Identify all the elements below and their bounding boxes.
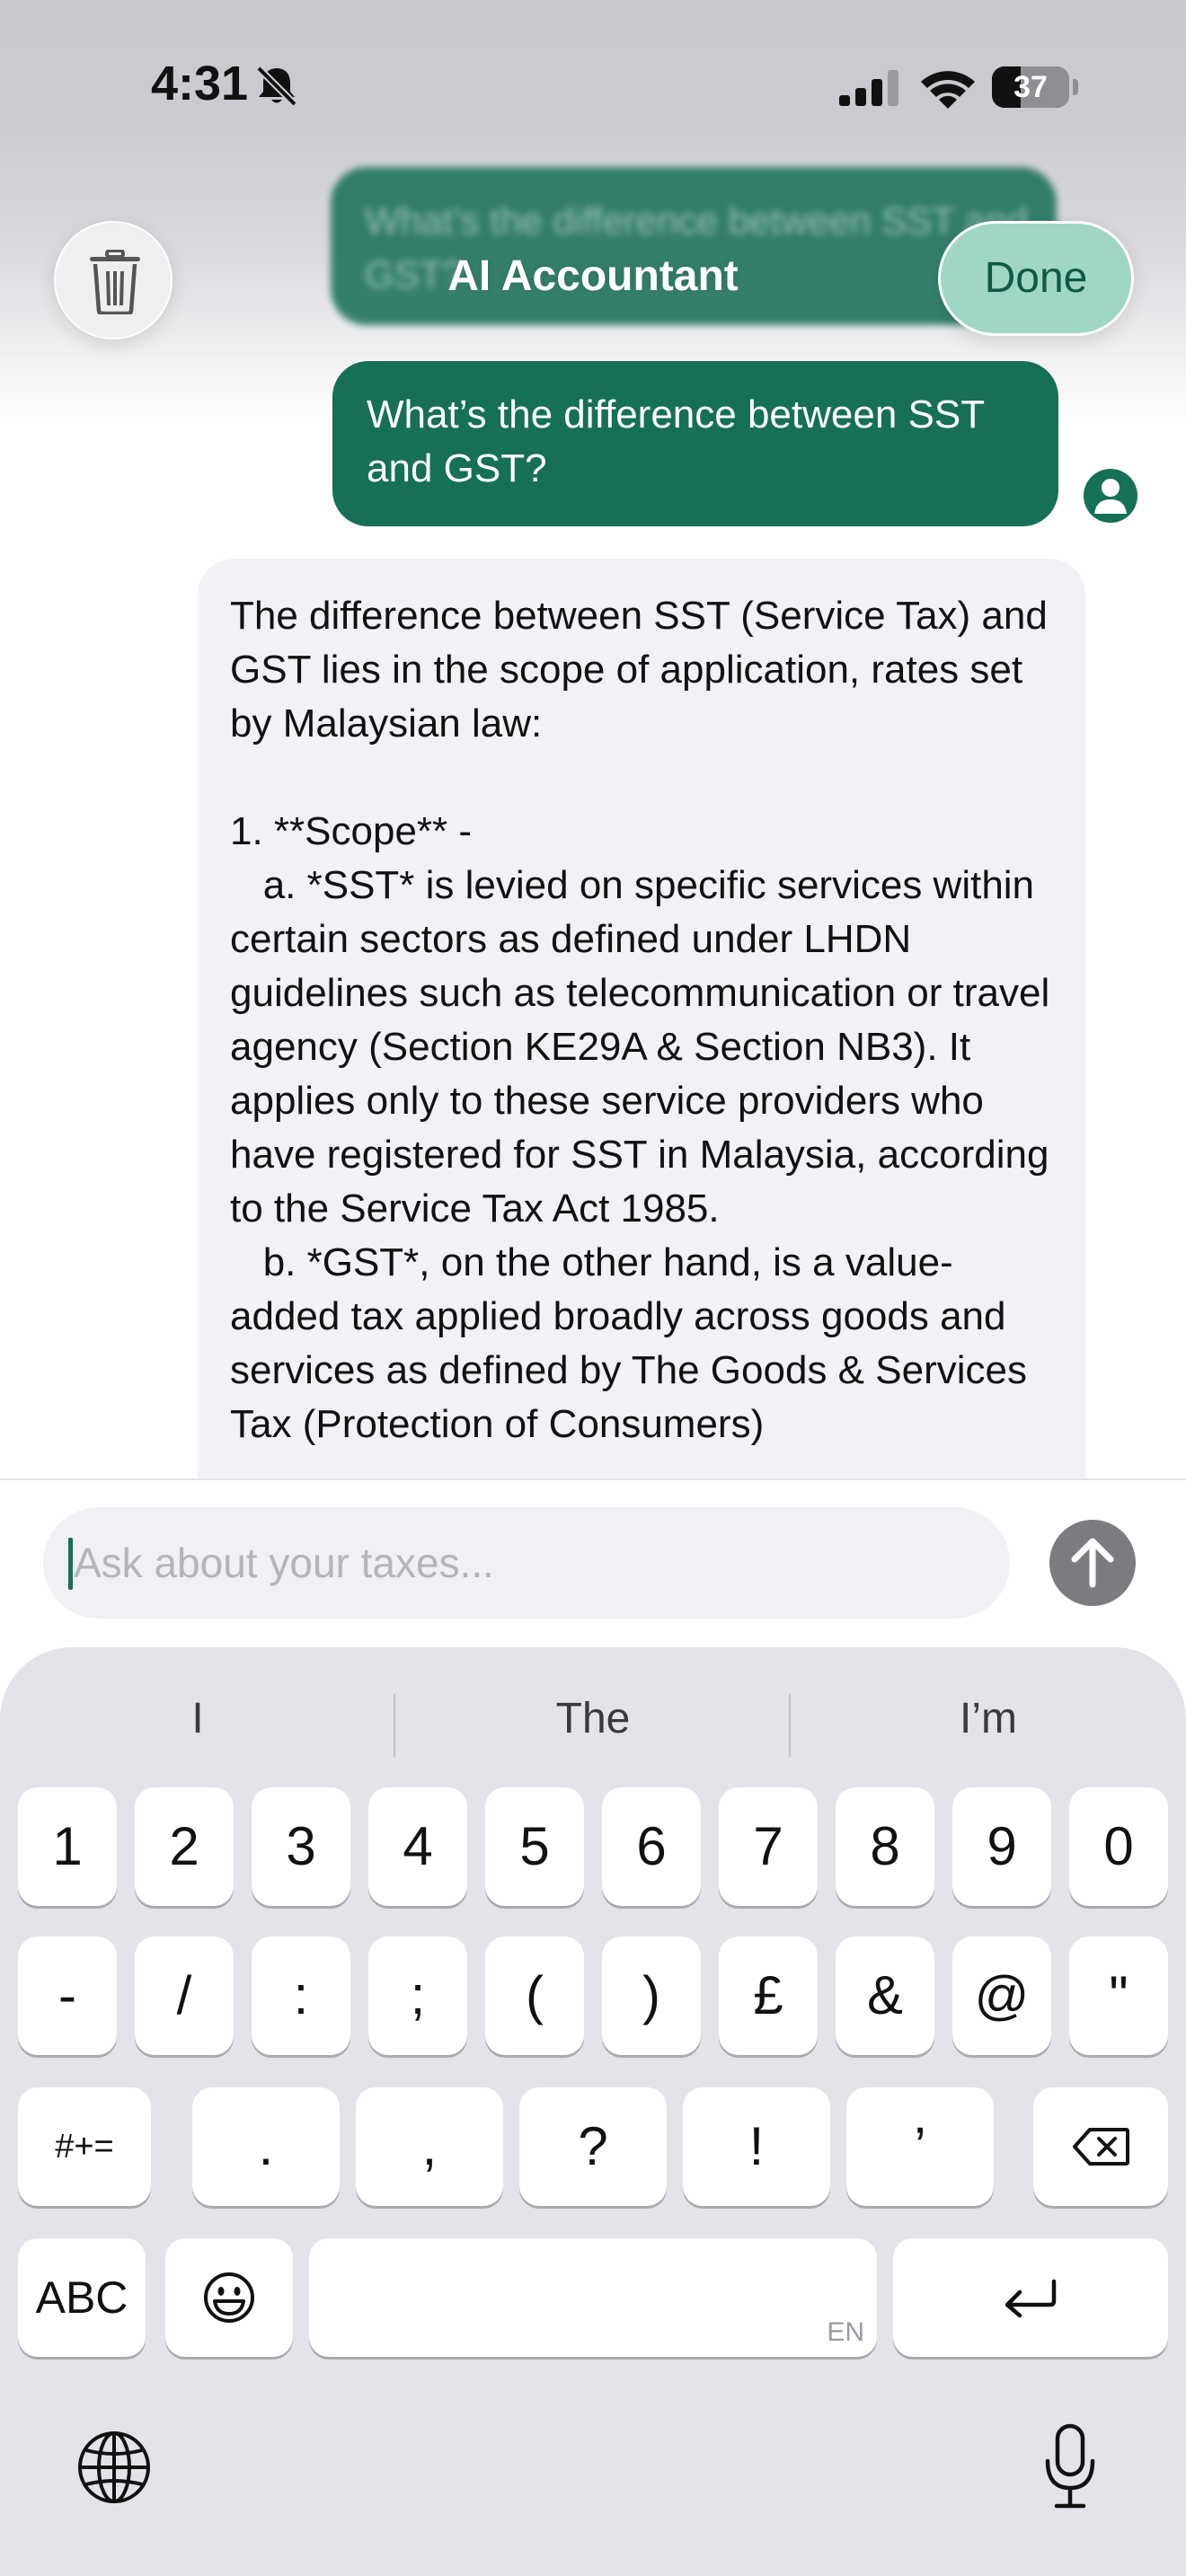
suggestion-2[interactable]: The: [395, 1674, 791, 1764]
send-button[interactable]: [1049, 1520, 1136, 1606]
punctuation-key-4[interactable]: ’: [846, 2087, 994, 2206]
globe-icon[interactable]: [75, 2429, 153, 2506]
backspace-icon: [1073, 2128, 1129, 2166]
number-key-0[interactable]: 1: [18, 1787, 117, 1906]
punctuation-key-3[interactable]: !: [683, 2087, 830, 2206]
symbol-key-1[interactable]: /: [135, 1936, 234, 2055]
text-caret: [68, 1538, 73, 1590]
symbol-key-3[interactable]: ;: [368, 1936, 467, 2055]
composer: [0, 1478, 1186, 1658]
predictive-bar: I The I’m: [0, 1674, 1186, 1764]
message-input[interactable]: [43, 1507, 1010, 1619]
battery-indicator: 37: [992, 66, 1078, 108]
symbol-key-4[interactable]: (: [485, 1936, 584, 2055]
return-icon: [1005, 2279, 1057, 2317]
trash-icon: [90, 250, 140, 314]
battery-percent: 37: [1013, 70, 1048, 104]
symbol-key-2[interactable]: :: [252, 1936, 350, 2055]
cellular-signal-icon: [839, 70, 898, 106]
number-key-1[interactable]: 2: [135, 1787, 234, 1906]
bell-muted-icon: [256, 66, 297, 106]
number-key-5[interactable]: 6: [602, 1787, 701, 1906]
person-icon: [1094, 479, 1127, 514]
more-symbols-key[interactable]: #+=: [18, 2087, 151, 2206]
language-indicator: EN: [827, 2317, 864, 2347]
symbol-key-7[interactable]: &: [836, 1936, 934, 2055]
ai-message-text: The difference between SST (Service Tax)…: [230, 594, 1050, 1446]
keyboard: I The I’m 1234567890 - /:;() £ & @ " #+= .,?!…: [0, 1647, 1186, 2576]
microphone-icon[interactable]: [1044, 2423, 1096, 2510]
suggestion-1[interactable]: I: [0, 1674, 395, 1764]
punctuation-key-0[interactable]: .: [192, 2087, 340, 2206]
suggestion-3[interactable]: I’m: [791, 1674, 1186, 1764]
symbol-key-9[interactable]: ": [1069, 1936, 1168, 2055]
emoji-icon: [204, 2272, 254, 2323]
emoji-key[interactable]: [165, 2238, 293, 2357]
number-key-4[interactable]: 5: [485, 1787, 584, 1906]
symbol-key-8[interactable]: @: [952, 1936, 1051, 2055]
wifi-icon: [921, 71, 975, 109]
number-key-6[interactable]: 7: [719, 1787, 818, 1906]
delete-key[interactable]: [1033, 2087, 1168, 2206]
page-title: AI Accountant: [447, 252, 739, 300]
ai-message-bubble: The difference between SST (Service Tax)…: [198, 559, 1085, 1547]
user-message-bubble: What’s the difference between SST and GS…: [332, 361, 1058, 526]
space-key[interactable]: EN: [309, 2238, 877, 2357]
delete-chat-button[interactable]: [54, 221, 173, 340]
return-key[interactable]: [893, 2238, 1168, 2357]
number-key-9[interactable]: 0: [1069, 1787, 1168, 1906]
number-key-3[interactable]: 4: [368, 1787, 467, 1906]
number-key-7[interactable]: 8: [836, 1787, 934, 1906]
status-bar: 4:31 37: [0, 0, 1186, 171]
punctuation-key-1[interactable]: ,: [356, 2087, 503, 2206]
done-button[interactable]: Done: [938, 221, 1134, 336]
status-time: 4:31: [151, 57, 249, 110]
symbol-key-5[interactable]: ): [602, 1936, 701, 2055]
abc-key[interactable]: ABC: [18, 2238, 146, 2357]
number-key-2[interactable]: 3: [252, 1787, 350, 1906]
arrow-up-icon: [1071, 1538, 1114, 1588]
symbol-key-0[interactable]: -: [18, 1936, 117, 2055]
number-key-8[interactable]: 9: [952, 1787, 1051, 1906]
symbol-key-6[interactable]: £: [719, 1936, 818, 2055]
punctuation-key-2[interactable]: ?: [519, 2087, 667, 2206]
user-avatar: [1084, 469, 1137, 523]
